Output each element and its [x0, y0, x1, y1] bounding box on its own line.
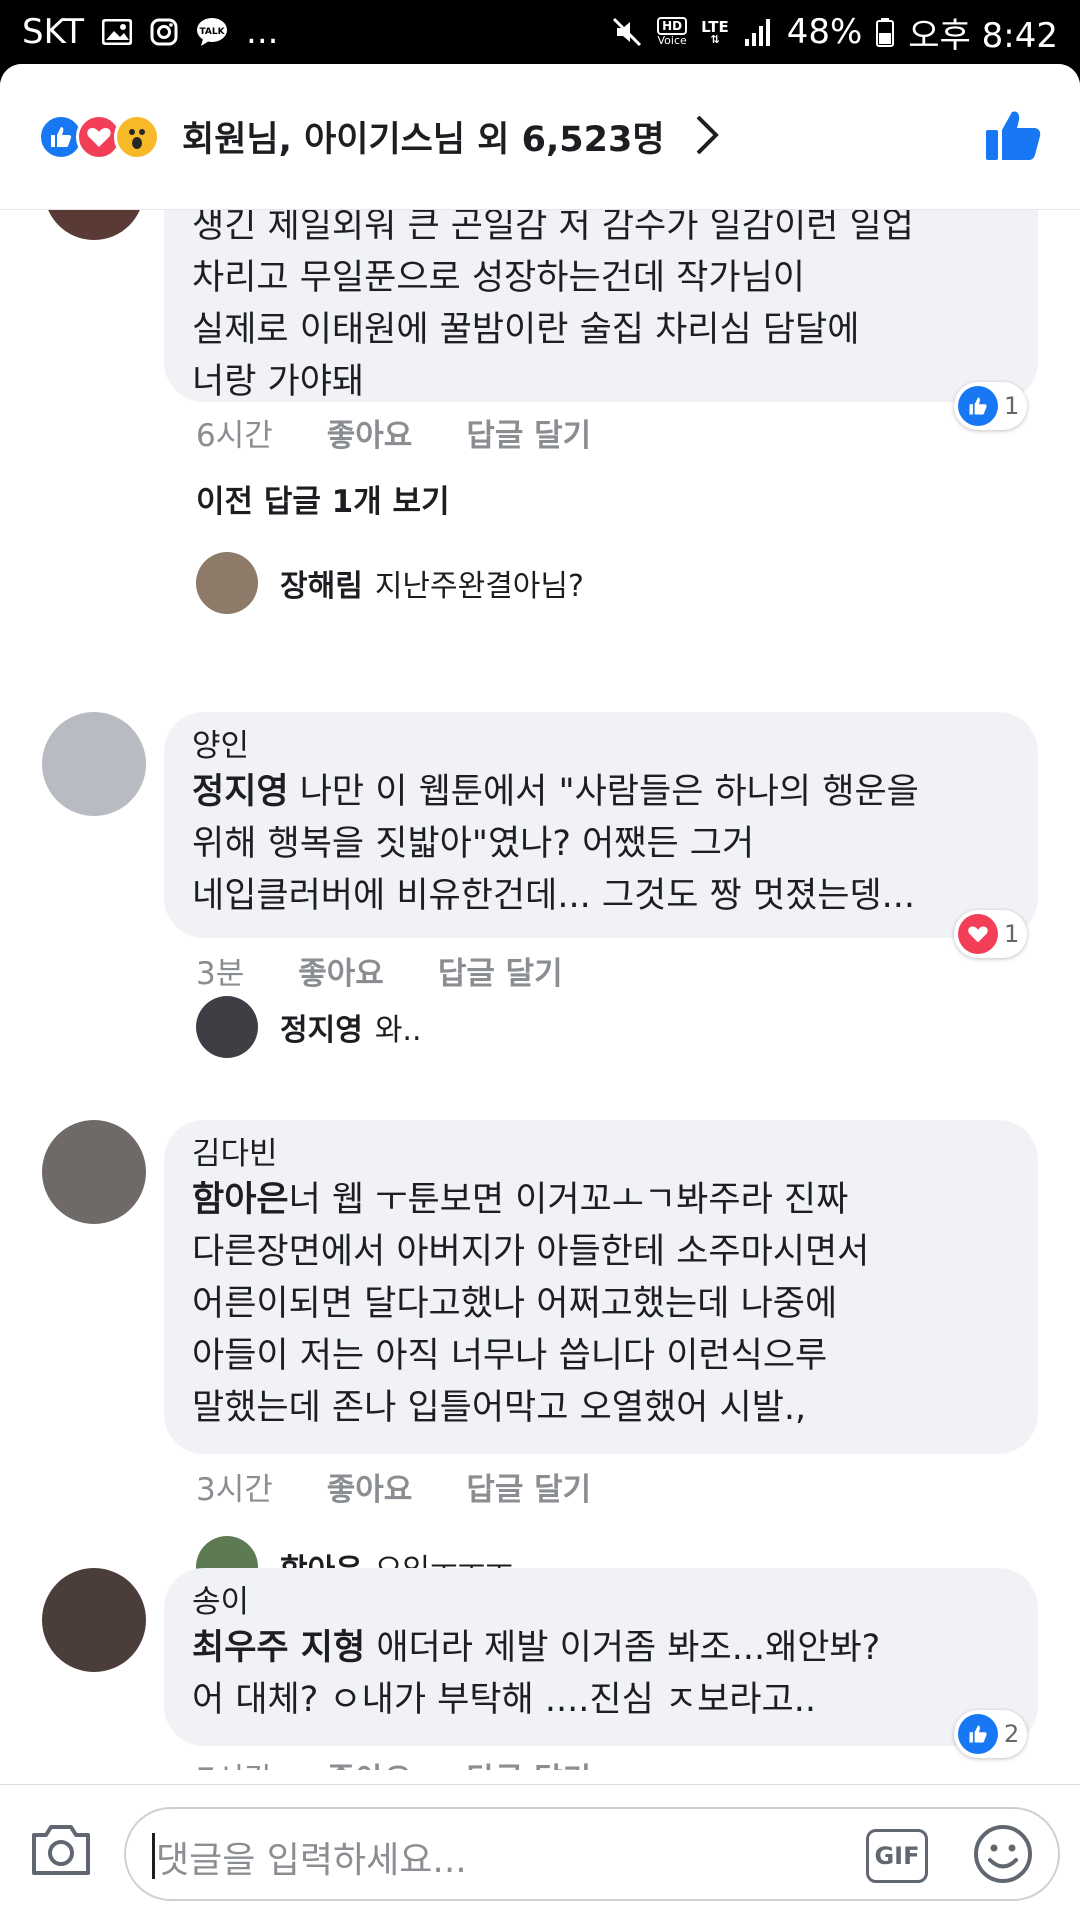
comment-input-bar: 댓글을 입력하세요... GIF: [0, 1784, 1080, 1920]
comment-time: 7시간: [196, 1754, 273, 1770]
like-button[interactable]: 좋아요: [327, 410, 413, 455]
reply-button[interactable]: 답글 달기: [466, 410, 591, 455]
like-button[interactable]: 좋아요: [327, 1754, 413, 1770]
mute-icon: [611, 16, 643, 48]
reply-item[interactable]: 정지영 와..: [196, 996, 422, 1058]
text-cursor: [152, 1833, 155, 1879]
reaction-summary-text: 회원님, 아이기스님 외 6,523명: [182, 120, 665, 160]
like-icon: [958, 1714, 998, 1754]
comments-sheet: 회원님, 아이기스님 외 6,523명 생긴 제일외워 큰 곤일감 저 감수가 …: [0, 64, 1080, 1920]
avatar[interactable]: [42, 1120, 146, 1224]
gif-icon[interactable]: GIF: [866, 1829, 928, 1883]
comment-text-line: 어 대체? ㅇ내가 부탁해 ....진심 ㅈ보라고..: [192, 1680, 816, 1720]
talk-icon: TALK: [196, 17, 228, 47]
avatar[interactable]: [42, 712, 146, 816]
mention-tag[interactable]: 정지영: [192, 772, 289, 812]
comment-text-line: 말했는데 존나 입틀어막고 오열했어 시발.,: [192, 1388, 807, 1428]
camera-icon[interactable]: [30, 1821, 92, 1881]
clock: 오후 8:42: [908, 15, 1058, 56]
comment-input-placeholder: 댓글을 입력하세요...: [156, 1840, 467, 1881]
comment-text-line: 너랑 가야돼: [192, 362, 365, 402]
reply-button[interactable]: 답글 달기: [438, 948, 563, 993]
comment-author[interactable]: 김다빈: [192, 1134, 1010, 1174]
reply-button[interactable]: 답글 달기: [466, 1464, 591, 1509]
like-button[interactable]: 좋아요: [327, 1464, 413, 1509]
avatar: [196, 552, 258, 614]
reply-text: 지난주완결아님?: [374, 569, 584, 604]
comment-time: 3분: [196, 956, 245, 992]
reaction-count-badge[interactable]: 2: [954, 1710, 1028, 1758]
lte-indicator: LTE ⇅: [701, 18, 729, 46]
battery-percent: 48%: [786, 12, 863, 52]
love-icon: [958, 914, 998, 954]
comment-text-line: 다른장면에서 아버지가 아들한테 소주마시면서: [192, 1232, 870, 1272]
carrier-label: SKT: [22, 12, 85, 52]
avatar[interactable]: [42, 1568, 146, 1672]
comment-text-line: 최우주 지형 애더라 제발 이거좀 봐조...왜안봐?: [192, 1628, 881, 1668]
signal-icon: [743, 17, 773, 47]
comment-text-line: 차리고 무일푼으로 성장하는건데 작가님이: [192, 258, 805, 298]
comment-text-line: 정지영 나만 이 웹툰에서 "사람들은 하나의 행운을: [192, 772, 919, 812]
comment-text-line: 함아은너 웹 ㅜ툰보면 이거꼬ㅗㄱ봐주라 진짜: [192, 1180, 849, 1220]
like-button[interactable]: 좋아요: [298, 948, 384, 993]
avatar[interactable]: [44, 210, 144, 240]
comment-meta: 3시간 좋아요 답글 달기: [196, 1464, 591, 1509]
reaction-summary-bar[interactable]: 회원님, 아이기스님 외 6,523명: [0, 64, 1080, 210]
avatar: [196, 996, 258, 1058]
comment-text-line: 아들이 저는 아직 너무나 씁니다 이런식으루: [192, 1336, 828, 1376]
more-notifications: ...: [246, 12, 279, 52]
comment-time: 6시간: [196, 418, 273, 454]
comment-list[interactable]: 생긴 제일외워 큰 곤일감 저 감수가 일감이런 일업 차리고 무일푼으로 성장…: [0, 210, 1080, 1770]
comment-meta: 7시간 좋아요 답글 달기: [196, 1754, 591, 1770]
comment-input[interactable]: 댓글을 입력하세요... GIF: [124, 1807, 1060, 1901]
svg-text:TALK: TALK: [199, 27, 225, 37]
comment-time: 3시간: [196, 1472, 273, 1508]
instagram-icon: [150, 18, 178, 46]
comment-text-line: 위해 행복을 짓밟아"였나? 어쨌든 그거: [192, 824, 755, 864]
reply-button[interactable]: 답글 달기: [466, 1754, 591, 1770]
comment-text-line: 어른이되면 달다고했나 어쩌고했는데 나중에: [192, 1284, 838, 1324]
view-previous-replies[interactable]: 이전 답글 1개 보기: [196, 476, 450, 521]
mention-tag[interactable]: 함아은: [192, 1180, 289, 1220]
comment-bubble[interactable]: 김다빈 함아은너 웹 ㅜ툰보면 이거꼬ㅗㄱ봐주라 진짜 다른장면에서 아버지가 …: [164, 1120, 1038, 1454]
wow-icon: [114, 113, 160, 160]
reply-author[interactable]: 정지영: [280, 1005, 363, 1049]
emoji-icon[interactable]: [972, 1823, 1034, 1889]
comment-text-line: 네입클러버에 비유한건데... 그것도 짱 멋졌는뎅...: [192, 876, 916, 916]
comment-meta: 6시간 좋아요 답글 달기: [196, 410, 591, 455]
status-bar: SKT TALK ... HD Voice LTE ⇅ 48% 오후 8:42: [0, 0, 1080, 64]
comment-meta: 3분 좋아요 답글 달기: [196, 948, 563, 993]
comment-bubble[interactable]: 양인 정지영 나만 이 웹툰에서 "사람들은 하나의 행운을 위해 행복을 짓밟…: [164, 712, 1038, 938]
comment-author[interactable]: 양인: [192, 726, 1010, 766]
comment-text-line: 실제로 이태원에 꿀밤이란 술집 차리심 담달에: [192, 310, 860, 350]
comment-text-line: 생긴 제일외워 큰 곤일감 저 감수가 일감이런 일업: [192, 210, 914, 246]
like-icon: [958, 386, 998, 426]
comment-author[interactable]: 송이: [192, 1582, 1010, 1622]
reaction-count-badge[interactable]: 1: [954, 382, 1028, 430]
chevron-right-icon[interactable]: [695, 114, 719, 160]
reply-text: 와..: [374, 1013, 422, 1048]
comment-bubble[interactable]: 생긴 제일외워 큰 곤일감 저 감수가 일감이런 일업 차리고 무일푼으로 성장…: [164, 210, 1038, 402]
comment-bubble[interactable]: 송이 최우주 지형 애더라 제발 이거좀 봐조...왜안봐? 어 대체? ㅇ내가…: [164, 1568, 1038, 1746]
thumbs-up-icon[interactable]: [984, 108, 1042, 166]
gallery-icon: [102, 19, 133, 45]
hd-voice-icon: HD Voice: [657, 17, 688, 47]
battery-icon: [876, 17, 895, 47]
reply-item[interactable]: 장해림 지난주완결아님?: [196, 552, 584, 614]
reaction-count-badge[interactable]: 1: [954, 910, 1028, 958]
reply-author[interactable]: 장해림: [280, 561, 363, 605]
mention-tag[interactable]: 최우주 지형: [192, 1628, 365, 1668]
